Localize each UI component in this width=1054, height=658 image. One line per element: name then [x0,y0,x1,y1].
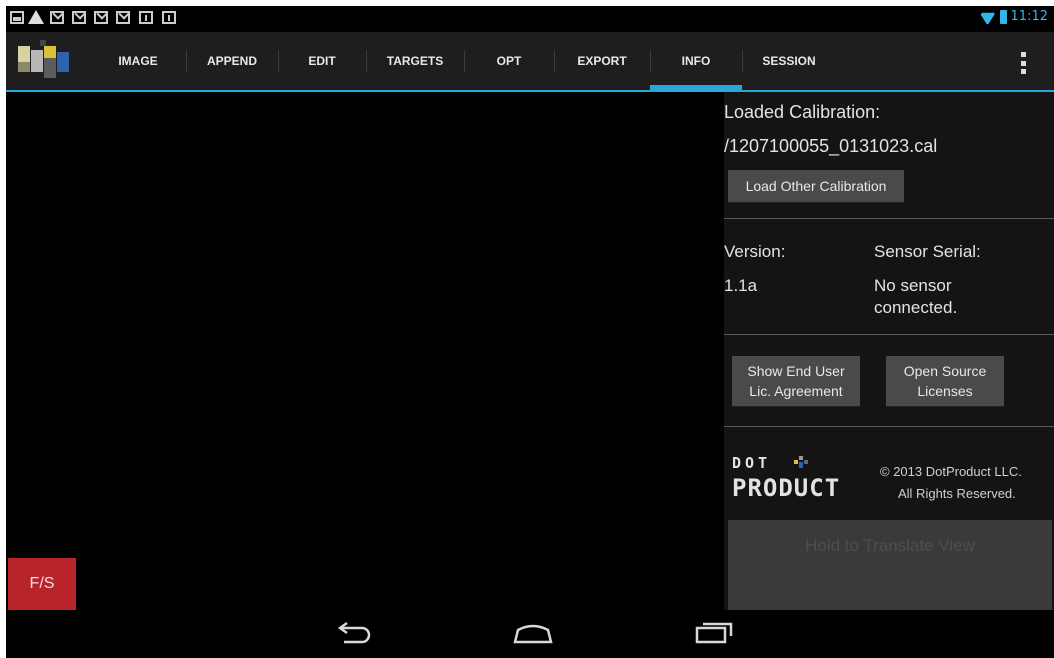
version-label: Version: [724,242,786,261]
mail-icon [94,11,108,24]
device-screen: 11:12 IMAGE APPEND EDIT TARGETS OPT EXPO… [6,6,1054,658]
sensor-serial-value-line2: connected. [874,298,958,317]
mail-icon [72,11,86,24]
tab-opt[interactable]: OPT [464,32,554,90]
action-bar: IMAGE APPEND EDIT TARGETS OPT EXPORT INF… [6,32,1054,92]
recent-apps-icon[interactable] [694,620,734,646]
fullscreen-button[interactable]: F/S [8,558,76,610]
battery-icon [999,9,1007,24]
wifi-icon [980,10,996,24]
copyright-line2: All Rights Reserved. [898,486,1016,501]
mail-icon [116,11,130,24]
info-panel: Loaded Calibration: /1207100055_0131023.… [724,92,1054,612]
divider [724,426,1054,427]
dotproduct-logo-icon[interactable] [18,40,76,78]
sensor-serial-label: Sensor Serial: [874,242,981,261]
tab-session[interactable]: SESSION [742,32,836,90]
3d-viewport[interactable] [6,92,724,610]
warning-icon [28,10,44,24]
home-icon[interactable] [512,620,554,646]
tab-append[interactable]: APPEND [186,32,278,90]
copyright-line1: © 2013 DotProduct LLC. [880,464,1022,479]
back-icon[interactable] [334,620,374,646]
tab-image[interactable]: IMAGE [90,32,186,90]
calibration-file: /1207100055_0131023.cal [724,136,938,156]
tab-targets[interactable]: TARGETS [366,32,464,90]
tab-export[interactable]: EXPORT [554,32,650,90]
overflow-menu-icon[interactable] [1021,52,1026,74]
clock: 11:12 [1010,9,1048,24]
tab-strip: IMAGE APPEND EDIT TARGETS OPT EXPORT INF… [90,32,836,90]
show-eula-button[interactable]: Show End User Lic. Agreement [732,356,860,406]
load-other-calibration-button[interactable]: Load Other Calibration [728,170,904,202]
mail-icon [50,11,64,24]
dotproduct-brand-logo: DOT PRODUCT [732,454,841,502]
calendar-icon [162,11,176,24]
image-icon [10,11,24,24]
sensor-serial-value-line1: No sensor [874,276,952,295]
status-bar: 11:12 [6,6,1054,32]
open-source-licenses-button[interactable]: Open Source Licenses [886,356,1004,406]
calibration-heading: Loaded Calibration: [724,102,881,122]
tab-info[interactable]: INFO [650,32,742,90]
system-nav-bar [6,610,1054,658]
calendar-icon [139,11,153,24]
hold-to-translate-button[interactable]: Hold to Translate View [728,520,1052,610]
divider [724,334,1054,335]
tab-edit[interactable]: EDIT [278,32,366,90]
version-value: 1.1a [724,276,758,295]
divider [724,218,1054,219]
